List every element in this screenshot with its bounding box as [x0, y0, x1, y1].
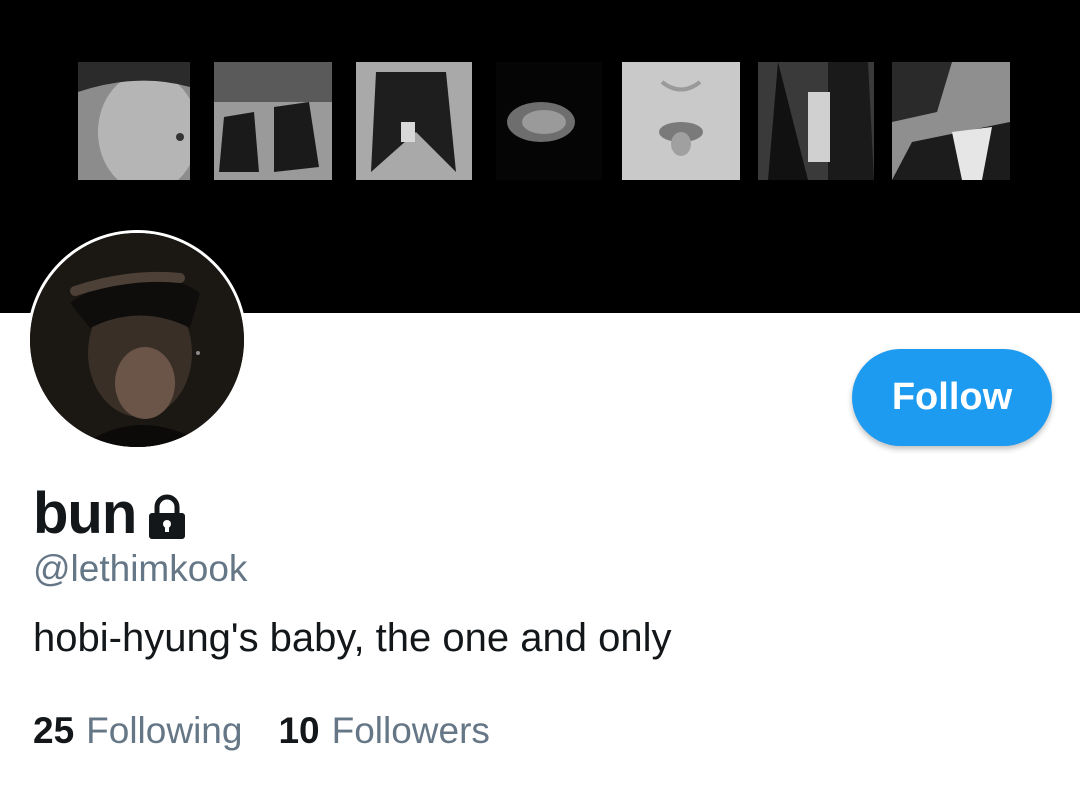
- display-name: bun: [33, 480, 137, 546]
- profile-page: Follow bun @lethimkook hobi-hyung's baby…: [0, 0, 1080, 786]
- banner-photo-6: [758, 62, 874, 180]
- banner-photo-3: [356, 62, 472, 180]
- banner-photo-4: [496, 62, 602, 180]
- profile-bio: hobi-hyung's baby, the one and only: [33, 616, 672, 660]
- profile-name-row: bun: [33, 478, 188, 548]
- following-stat[interactable]: 25 Following: [33, 710, 242, 752]
- followers-label: Followers: [331, 710, 490, 751]
- following-count: 25: [33, 710, 75, 751]
- follow-button[interactable]: Follow: [852, 349, 1052, 446]
- profile-handle: @lethimkook: [33, 548, 248, 589]
- avatar-photo: [30, 233, 244, 447]
- following-label: Following: [86, 710, 243, 751]
- profile-stats: 25 Following 10 Followers: [33, 710, 490, 752]
- banner-photo-2: [214, 62, 332, 180]
- avatar[interactable]: [27, 230, 247, 450]
- banner-photo-1: [78, 62, 190, 180]
- followers-stat[interactable]: 10 Followers: [278, 710, 489, 752]
- banner-photo-5: [622, 62, 740, 180]
- lock-icon: [146, 494, 188, 540]
- followers-count: 10: [278, 710, 320, 751]
- banner-photo-7: [892, 62, 1010, 180]
